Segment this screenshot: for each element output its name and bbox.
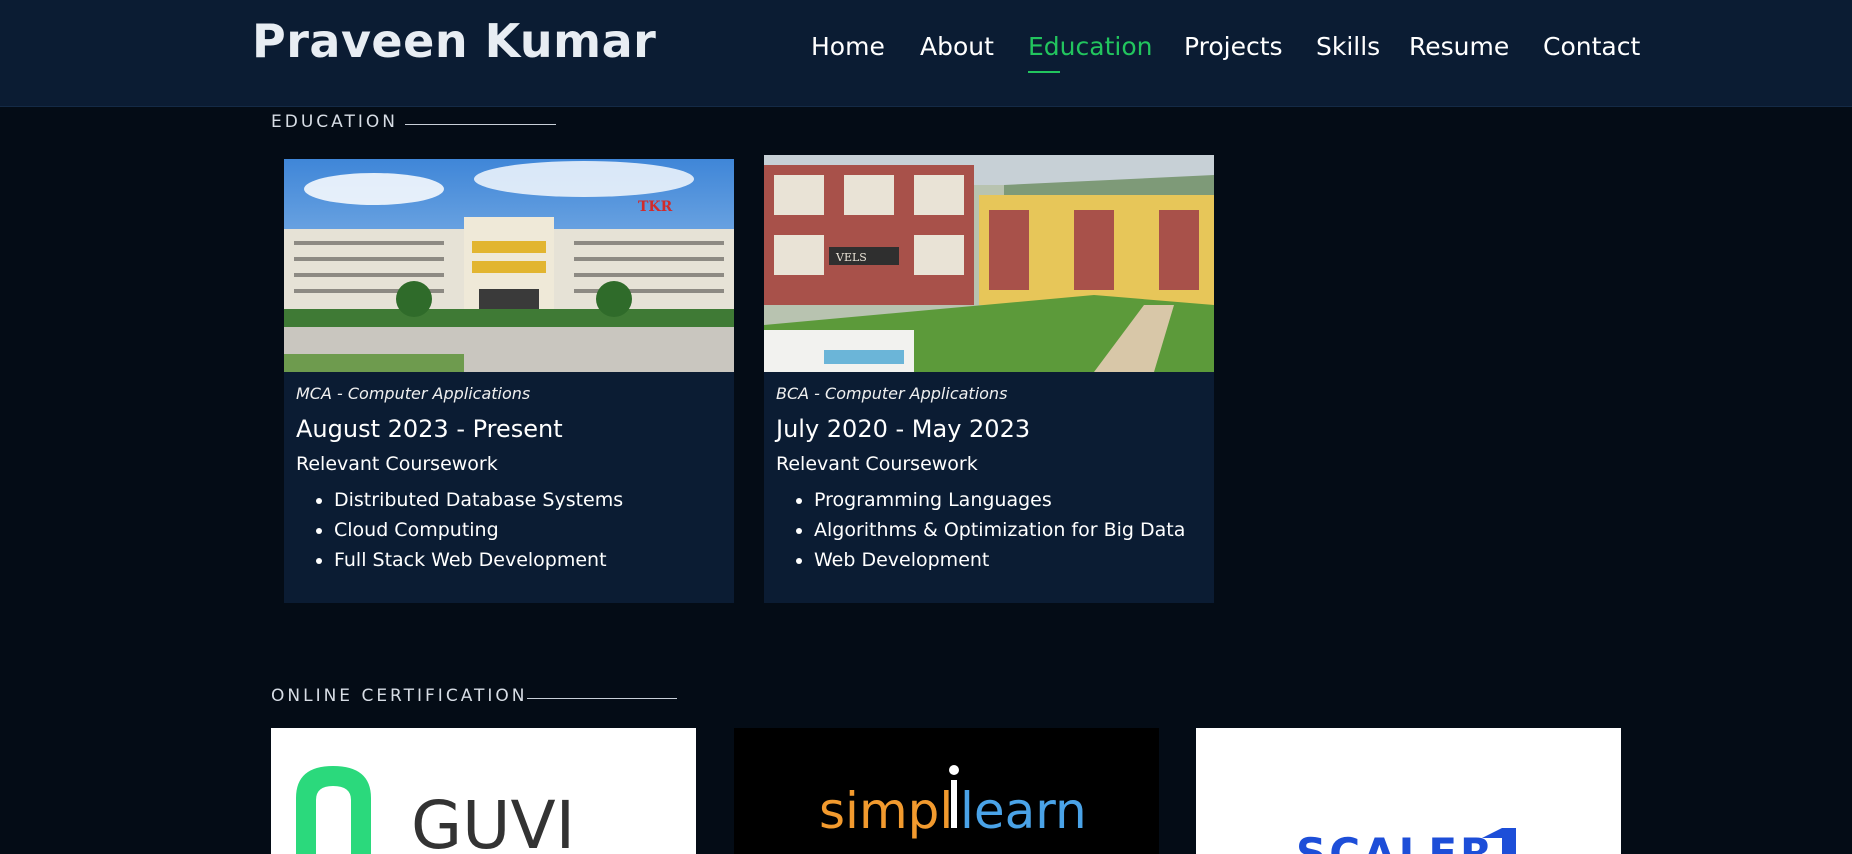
guvi-wordmark: GUVI [411, 787, 575, 854]
coursework-heading: Relevant Coursework [776, 453, 978, 475]
degree-dates: July 2020 - May 2023 [776, 415, 1031, 443]
nav-education-label: Education [1028, 32, 1153, 61]
education-section-title: EDUCATION [271, 112, 556, 132]
card-text-mca: MCA - Computer Applications August 2023 … [296, 384, 722, 575]
title-divider [527, 698, 677, 699]
cert-card-simplilearn[interactable]: simpl learn [734, 728, 1159, 854]
title-divider [405, 124, 556, 125]
course-item: Programming Languages [814, 485, 1202, 515]
degree-title: BCA - Computer Applications [776, 384, 1008, 403]
course-item: Cloud Computing [334, 515, 722, 545]
degree-dates: August 2023 - Present [296, 415, 563, 443]
course-item: Distributed Database Systems [334, 485, 722, 515]
nav-home[interactable]: Home [811, 32, 885, 61]
education-card-bca: VELS BCA - Computer Applications July 20… [764, 155, 1214, 603]
nav-projects[interactable]: Projects [1184, 32, 1283, 61]
college-photo-vels: VELS [764, 155, 1214, 372]
course-item: Algorithms & Optimization for Big Data [814, 515, 1202, 545]
simplilearn-logo: simpl learn [819, 765, 1087, 840]
site-header: Praveen Kumar Home About Education Proje… [0, 0, 1852, 107]
vels-building-sign: VELS [835, 251, 867, 264]
education-card-mca: TKR MCA - Computer Applications August 2… [284, 159, 734, 603]
course-list: Programming Languages Algorithms & Optim… [776, 485, 1202, 575]
coursework-heading: Relevant Coursework [296, 453, 498, 475]
education-title-text: EDUCATION [271, 112, 398, 132]
card-text-bca: BCA - Computer Applications July 2020 - … [776, 384, 1202, 575]
course-item: Web Development [814, 545, 1202, 575]
course-item: Full Stack Web Development [334, 545, 722, 575]
simplilearn-wordmark-left: simpl [819, 782, 953, 840]
nav-skills[interactable]: Skills [1316, 32, 1380, 61]
cert-card-scaler[interactable]: SCALER [1196, 728, 1621, 854]
nav-resume[interactable]: Resume [1409, 32, 1509, 61]
active-nav-indicator [1028, 71, 1060, 73]
college-photo-tkr: TKR [284, 159, 734, 372]
guvi-logo: GUVI [296, 766, 575, 854]
scaler-logo: SCALER [1296, 828, 1516, 854]
degree-title: MCA - Computer Applications [296, 384, 531, 403]
nav-education[interactable]: Education [1028, 32, 1153, 73]
certification-title-text: ONLINE CERTIFICATION [271, 686, 528, 706]
tkr-logo-text: TKR [638, 199, 673, 215]
main-nav: Home About Education Projects Skills Res… [0, 32, 1852, 82]
cert-card-guvi[interactable]: GUVI [271, 728, 696, 854]
certification-section-title: ONLINE CERTIFICATION [271, 686, 677, 706]
scaler-wordmark: SCALER [1296, 829, 1495, 854]
nav-about[interactable]: About [920, 32, 994, 61]
simplilearn-wordmark-right: learn [960, 782, 1087, 840]
course-list: Distributed Database Systems Cloud Compu… [296, 485, 722, 575]
nav-contact[interactable]: Contact [1543, 32, 1640, 61]
